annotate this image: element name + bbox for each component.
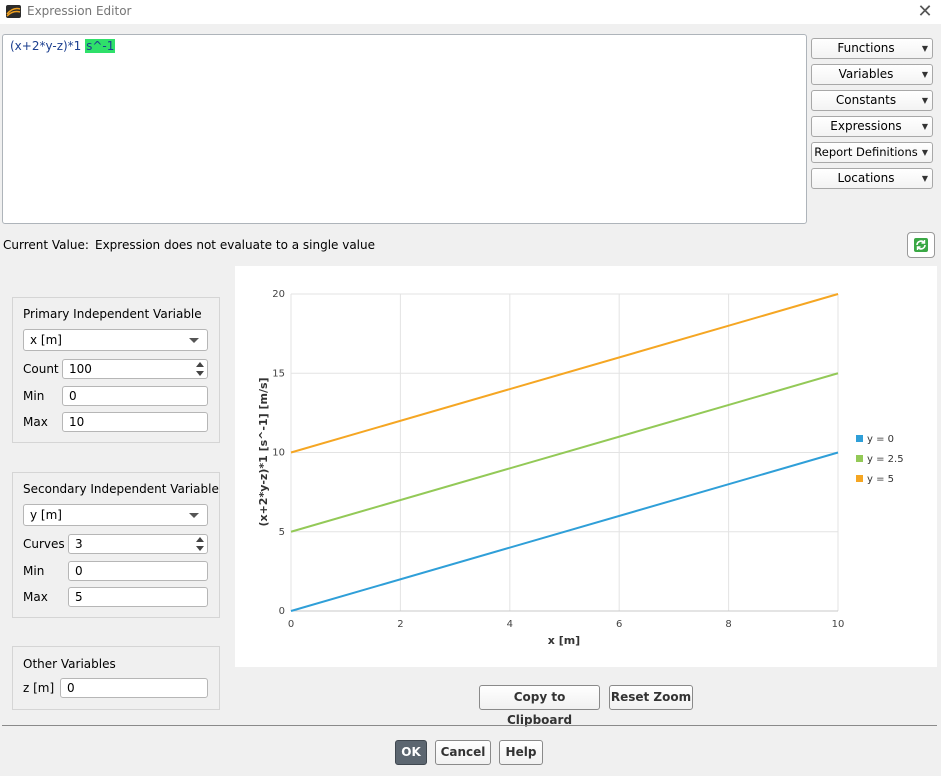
reset-zoom-button[interactable]: Reset Zoom xyxy=(609,685,693,710)
help-button[interactable]: Help xyxy=(499,740,543,765)
expression-text: (x+2*y-z)*1 xyxy=(10,39,86,53)
secondary-variable-select[interactable]: y [m] xyxy=(23,504,208,526)
refresh-button[interactable] xyxy=(907,232,935,258)
refresh-icon xyxy=(914,238,928,252)
count-stepper[interactable]: 100 xyxy=(62,359,208,379)
legend-label: y = 5 xyxy=(867,474,894,485)
cancel-button[interactable]: Cancel xyxy=(435,740,491,765)
expressions-menu-button[interactable]: Expressions ▼ xyxy=(811,116,933,137)
functions-menu-button[interactable]: Functions ▼ xyxy=(811,38,933,59)
variables-menu-button[interactable]: Variables ▼ xyxy=(811,64,933,85)
y-tick-label: 5 xyxy=(279,527,285,538)
x-tick-label: 8 xyxy=(725,619,731,630)
z-field[interactable]: 0 xyxy=(60,678,208,698)
z-label: z [m] xyxy=(23,681,55,695)
legend-swatch xyxy=(856,475,863,482)
spinner-arrows-icon[interactable] xyxy=(195,536,205,552)
primary-variable-title: Primary Independent Variable xyxy=(23,307,202,321)
x-tick-label: 4 xyxy=(507,619,513,630)
dropdown-arrow-icon: ▼ xyxy=(921,148,928,157)
divider xyxy=(2,725,937,726)
current-value-label: Current Value: xyxy=(3,238,89,252)
secondary-variable-title: Secondary Independent Variable xyxy=(23,482,219,496)
y-axis-label: (x+2*y-z)*1 [s^-1] [m/s] xyxy=(257,377,270,526)
report-definitions-menu-button[interactable]: Report Definitions ▼ xyxy=(811,142,933,163)
y-tick-label: 10 xyxy=(272,448,285,459)
curves-label: Curves xyxy=(23,537,65,551)
primary-max-field[interactable]: 10 xyxy=(62,412,208,432)
dropdown-arrow-icon: ▼ xyxy=(921,122,928,131)
chevron-down-icon xyxy=(189,338,199,343)
constants-menu-button[interactable]: Constants ▼ xyxy=(811,90,933,111)
y-tick-label: 20 xyxy=(272,289,285,300)
legend-swatch xyxy=(856,435,863,442)
x-tick-label: 0 xyxy=(288,619,294,630)
expression-editor[interactable]: (x+2*y-z)*1 s^-1 xyxy=(2,34,807,224)
chart-legend: y = 0 y = 2.5 y = 5 xyxy=(856,434,904,485)
line-chart[interactable]: 0 2 4 6 8 10 0 5 10 15 20 x [m] (x+2*y-z)*1 [s^-1… xyxy=(235,266,937,666)
count-label: Count xyxy=(23,362,59,376)
ok-button[interactable]: OK xyxy=(395,740,427,765)
primary-min-label: Min xyxy=(23,389,45,403)
legend-label: y = 0 xyxy=(867,434,894,445)
chevron-down-icon xyxy=(189,513,199,518)
curves-stepper[interactable]: 3 xyxy=(68,534,208,554)
x-tick-label: 6 xyxy=(616,619,622,630)
secondary-max-label: Max xyxy=(23,590,48,604)
y-tick-labels: 0 5 10 15 20 xyxy=(272,289,285,617)
x-tick-label: 2 xyxy=(397,619,403,630)
y-tick-label: 15 xyxy=(272,368,285,379)
close-icon[interactable]: ✕ xyxy=(914,2,936,22)
locations-menu-button[interactable]: Locations ▼ xyxy=(811,168,933,189)
app-logo-icon xyxy=(6,5,21,18)
secondary-min-label: Min xyxy=(23,564,45,578)
legend-swatch xyxy=(856,455,863,462)
current-value-text: Expression does not evaluate to a single… xyxy=(95,238,376,252)
x-tick-label: 10 xyxy=(832,619,845,630)
title-bar xyxy=(0,0,941,24)
x-axis-label: x [m] xyxy=(548,634,580,647)
dropdown-arrow-icon: ▼ xyxy=(921,174,928,183)
dropdown-arrow-icon: ▼ xyxy=(921,70,928,79)
copy-to-clipboard-button[interactable]: Copy to Clipboard xyxy=(479,685,600,727)
y-tick-label: 0 xyxy=(279,606,285,617)
secondary-max-field[interactable]: 5 xyxy=(68,587,208,607)
dropdown-arrow-icon: ▼ xyxy=(921,44,928,53)
primary-variable-select[interactable]: x [m] xyxy=(23,329,208,351)
secondary-min-field[interactable]: 0 xyxy=(68,561,208,581)
dropdown-arrow-icon: ▼ xyxy=(921,96,928,105)
spinner-arrows-icon[interactable] xyxy=(195,361,205,377)
other-variables-title: Other Variables xyxy=(23,657,116,671)
expression-unit: s^-1 xyxy=(85,39,116,53)
primary-max-label: Max xyxy=(23,415,48,429)
window-title: Expression Editor xyxy=(27,4,132,18)
primary-min-field[interactable]: 0 xyxy=(62,386,208,406)
legend-label: y = 2.5 xyxy=(867,454,904,465)
x-tick-labels: 0 2 4 6 8 10 xyxy=(288,619,845,630)
